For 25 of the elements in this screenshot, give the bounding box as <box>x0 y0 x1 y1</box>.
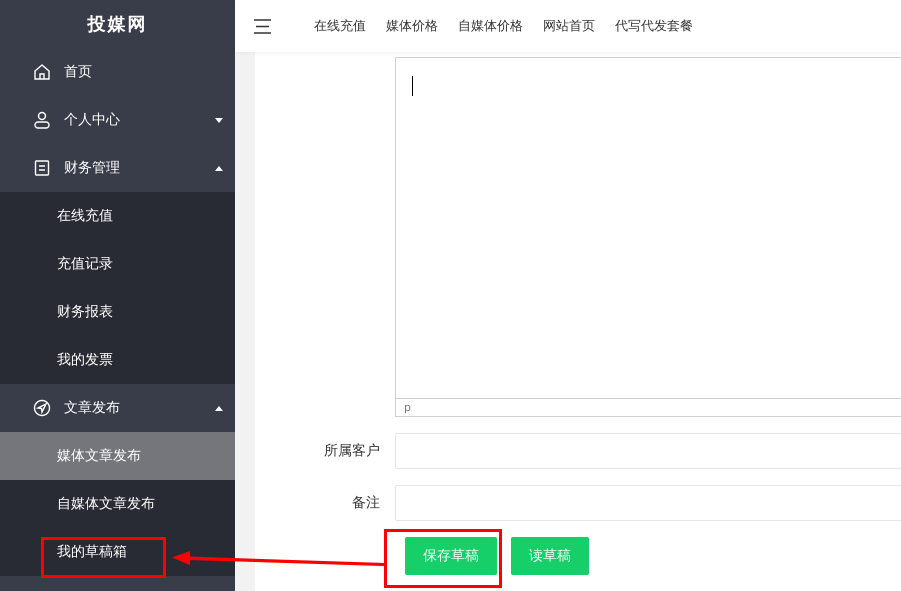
sidebar-subitem[interactable]: 财务报表 <box>0 288 235 336</box>
element-path: p <box>396 398 901 416</box>
text-cursor <box>412 76 413 96</box>
menu-icon[interactable] <box>254 18 271 34</box>
list-icon <box>33 159 51 177</box>
sidebar-subitem[interactable]: 自媒体文章发布 <box>0 480 235 528</box>
nav-link[interactable]: 在线充值 <box>314 17 366 35</box>
sidebar-subitem[interactable]: 充值记录 <box>0 240 235 288</box>
logo: 投媒网 <box>86 13 148 37</box>
sidebar-subitem[interactable]: 媒体文章发布 <box>0 432 235 480</box>
text-editor[interactable]: p <box>395 57 901 417</box>
sidebar-subitem[interactable]: 我的发票 <box>0 336 235 384</box>
input-field[interactable] <box>395 485 901 521</box>
nav-link[interactable]: 网站首页 <box>543 17 595 35</box>
sidebar-subitem[interactable]: 在线充值 <box>0 192 235 240</box>
field-label: 备注 <box>351 494 381 512</box>
input-field[interactable] <box>395 433 901 469</box>
sidebar-subitem[interactable]: 我的草稿箱 <box>0 528 235 576</box>
compass-icon <box>33 399 51 417</box>
nav-link[interactable]: 媒体价格 <box>386 17 438 35</box>
user-icon <box>33 111 51 129</box>
nav-link[interactable]: 自媒体价格 <box>458 17 523 35</box>
home-icon <box>33 63 51 81</box>
nav-link[interactable]: 代写代发套餐 <box>615 17 693 35</box>
field-label: 所属客户 <box>323 442 381 460</box>
